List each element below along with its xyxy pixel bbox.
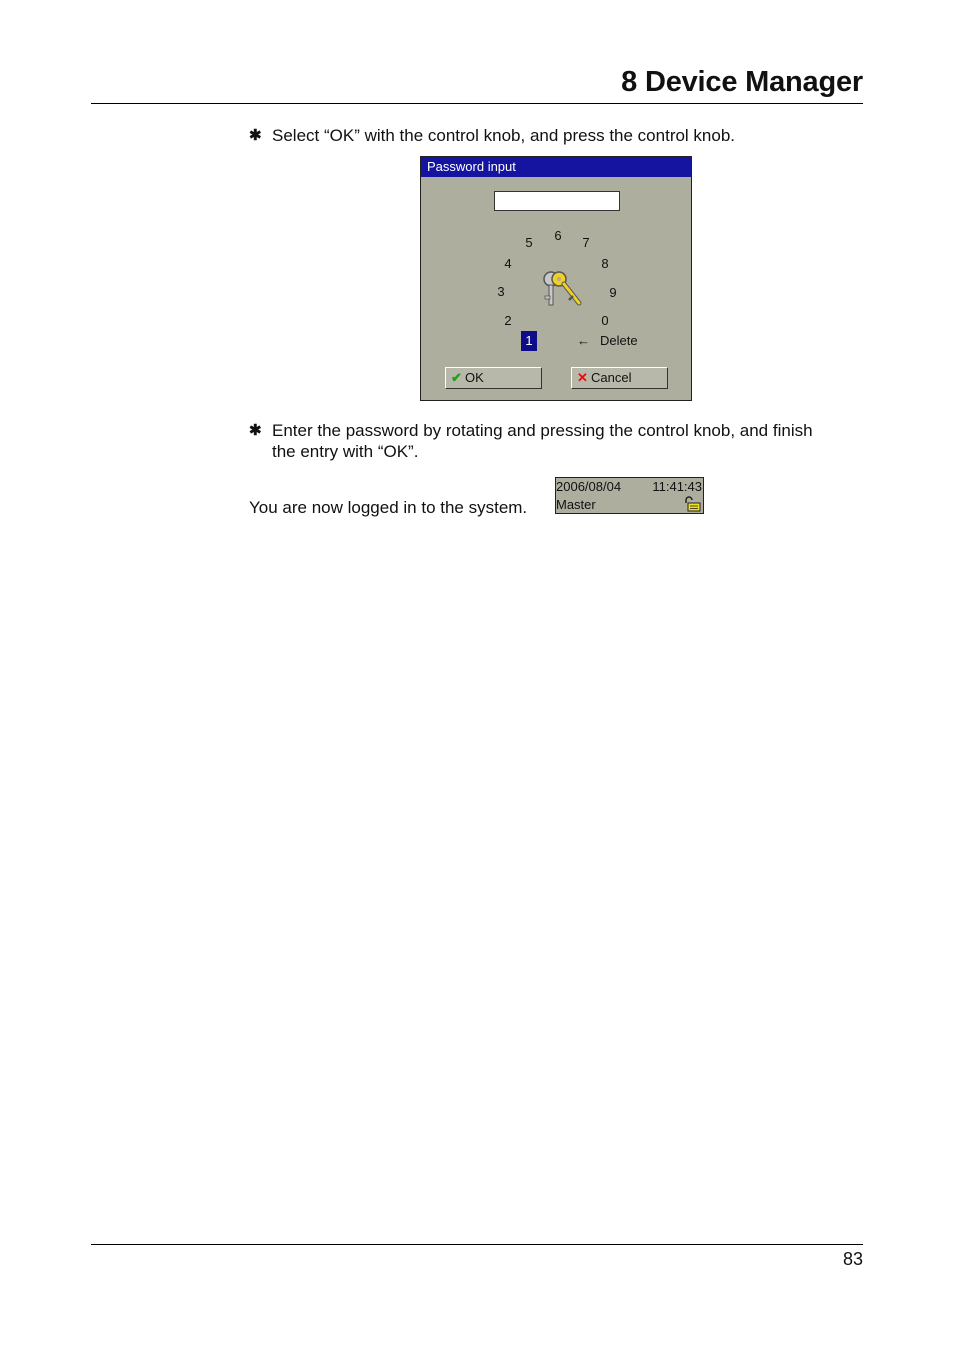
status-display: 2006/08/04 11:41:43 Master xyxy=(555,477,704,514)
delete-label: Delete xyxy=(600,333,638,348)
password-field[interactable] xyxy=(494,191,620,211)
unlocked-padlock-icon xyxy=(685,496,701,512)
digit-4[interactable]: 4 xyxy=(500,256,516,272)
digit-5[interactable]: 5 xyxy=(521,235,537,251)
delete-option[interactable]: ← Delete xyxy=(577,333,638,348)
step-2-text-line2: the entry with “OK”. xyxy=(272,442,419,461)
footer-rule xyxy=(91,1244,863,1245)
header-rule xyxy=(91,103,863,104)
digit-7[interactable]: 7 xyxy=(578,235,594,251)
page-number: 83 xyxy=(842,1249,863,1269)
digit-2[interactable]: 2 xyxy=(500,313,516,329)
logged-in-text: You are now logged in to the system. xyxy=(249,498,528,517)
digit-8[interactable]: 8 xyxy=(597,256,613,272)
cancel-label: Cancel xyxy=(591,370,632,385)
checkmark-icon: ✔ xyxy=(451,370,462,385)
password-dialog: Password input 5 6 7 4 8 3 9 2 0 1 ← Dele… xyxy=(420,156,692,401)
step-1-text: Select “OK” with the control knob, and p… xyxy=(272,126,736,145)
ok-button[interactable]: ✔ OK xyxy=(445,367,542,389)
dialog-title: Password input xyxy=(421,157,691,177)
digit-9[interactable]: 9 xyxy=(605,285,621,301)
step-bullet: ✱ xyxy=(249,422,262,439)
ok-label: OK xyxy=(465,370,484,385)
status-user: Master xyxy=(556,497,596,512)
status-time: 11:41:43 xyxy=(652,479,702,494)
chapter-title: 8 Device Manager xyxy=(621,66,863,98)
key-icon xyxy=(543,271,582,306)
digit-3[interactable]: 3 xyxy=(493,284,509,300)
step-2-text-line1: Enter the password by rotating and press… xyxy=(272,421,813,440)
digit-6[interactable]: 6 xyxy=(550,228,566,244)
status-date: 2006/08/04 xyxy=(556,479,622,494)
x-icon: ✕ xyxy=(577,370,588,385)
step-bullet: ✱ xyxy=(249,127,262,144)
left-arrow-icon: ← xyxy=(577,333,590,348)
cancel-button[interactable]: ✕ Cancel xyxy=(571,367,668,389)
digit-0[interactable]: 0 xyxy=(597,313,613,329)
digit-1-selected[interactable]: 1 xyxy=(521,331,537,351)
